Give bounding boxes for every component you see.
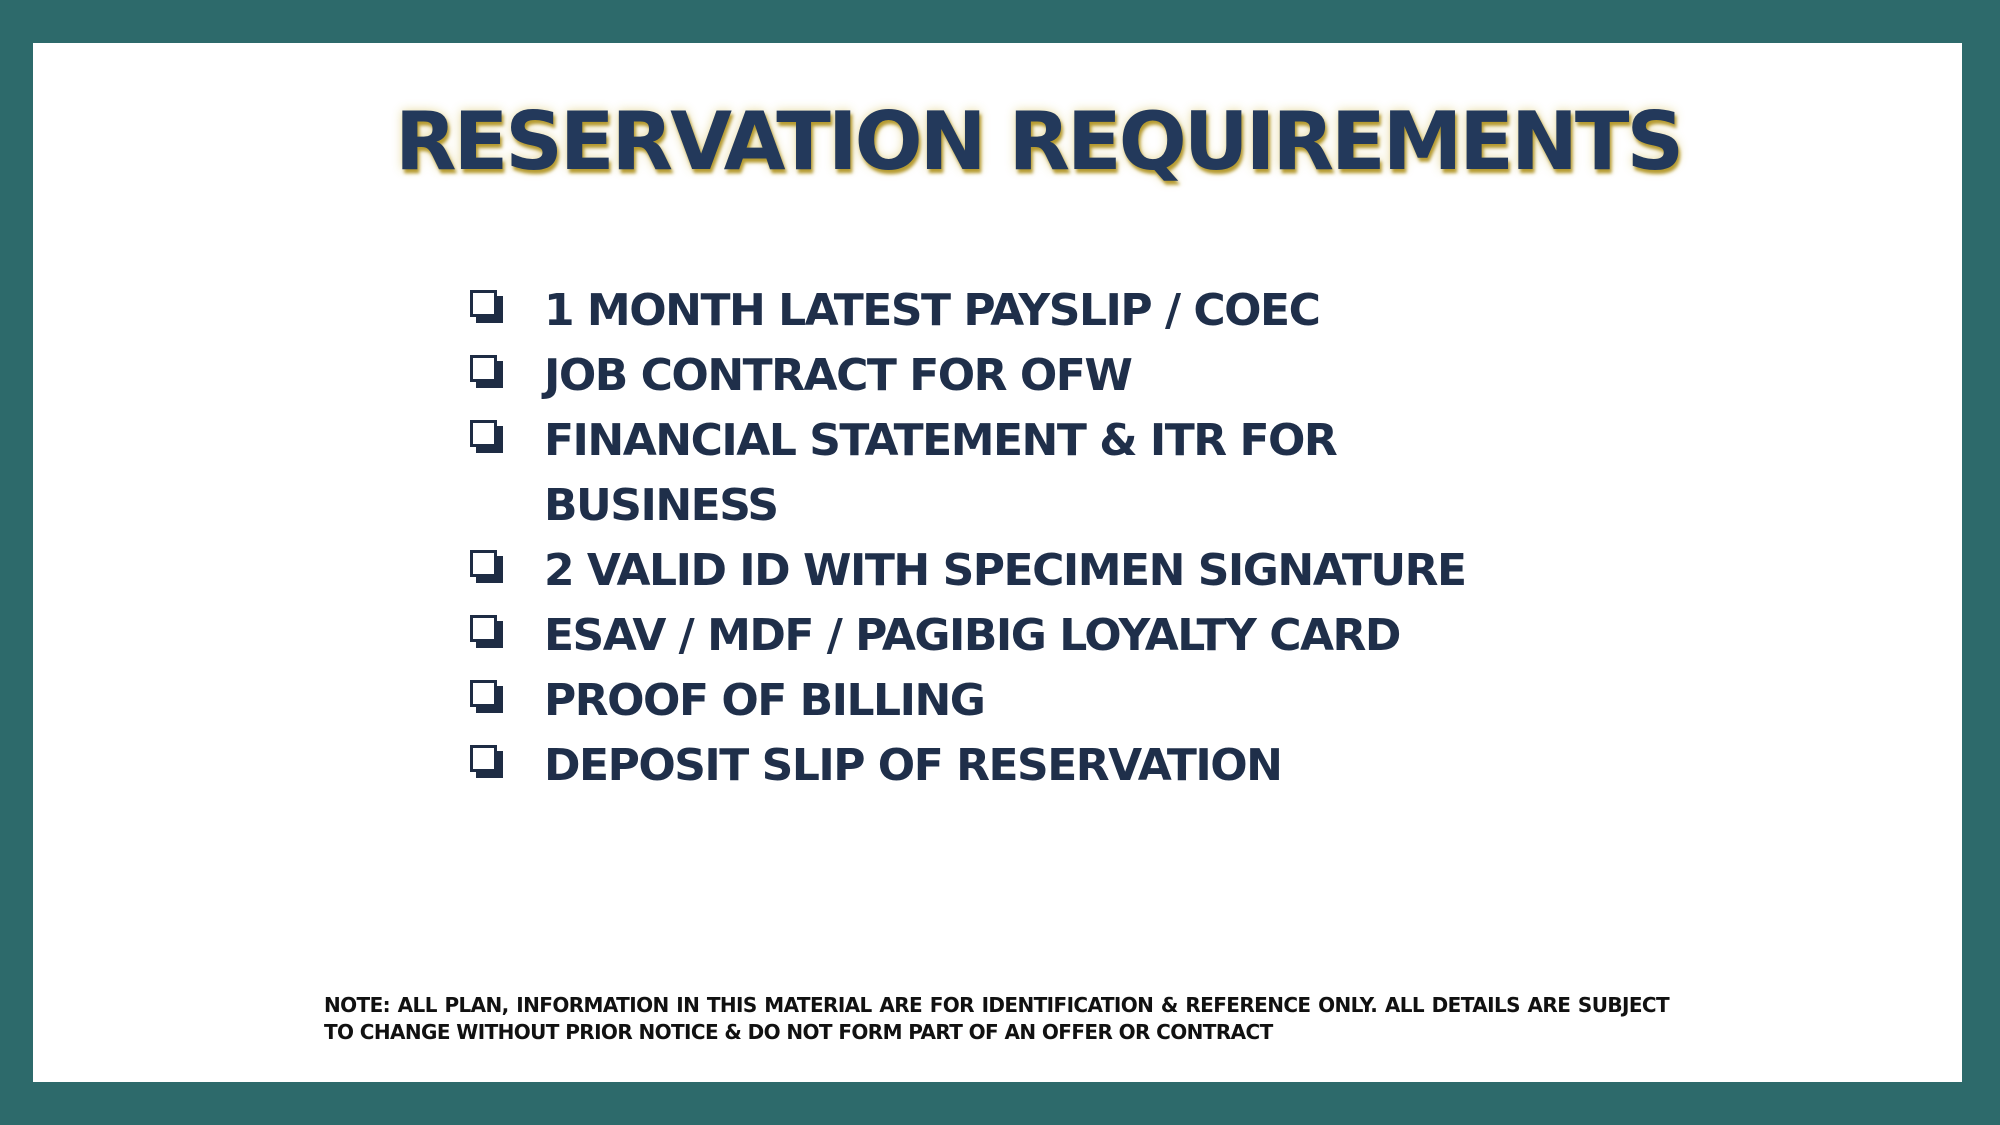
list-item-text: JOB CONTRACT FOR OFW (544, 350, 1133, 401)
disclaimer-note: NOTE: ALL PLAN, INFORMATION IN THIS MATE… (324, 993, 1670, 1044)
list-item-text-line: FINANCIAL STATEMENT & ITR FOR (544, 415, 1338, 466)
requirements-list: 1 MONTH LATEST PAYSLIP / COEC JOB CONTRA… (470, 278, 1570, 798)
checkbox-icon (470, 680, 503, 713)
slide-title: RESERVATION REQUIREMENTS (395, 95, 1684, 188)
checkbox-icon (470, 615, 503, 648)
checkbox-icon (470, 745, 503, 778)
checkbox-icon (470, 355, 503, 388)
list-item-text-line: BUSINESS (544, 480, 779, 531)
frame-top-border (0, 0, 2000, 43)
frame-right-border (1962, 0, 2000, 1125)
list-item: DEPOSIT SLIP OF RESERVATION (470, 733, 1570, 798)
checkbox-icon (470, 420, 503, 453)
list-item: 1 MONTH LATEST PAYSLIP / COEC (470, 278, 1570, 343)
list-item-text: 1 MONTH LATEST PAYSLIP / COEC (544, 285, 1321, 336)
frame-left-border (0, 0, 33, 1125)
checkbox-icon (470, 290, 503, 323)
list-item-text: DEPOSIT SLIP OF RESERVATION (544, 740, 1283, 791)
list-item-text-block: FINANCIAL STATEMENT & ITR FOR BUSINESS (544, 408, 1338, 538)
list-item: 2 VALID ID WITH SPECIMEN SIGNATURE (470, 538, 1570, 603)
list-item: JOB CONTRACT FOR OFW (470, 343, 1570, 408)
list-item-text: 2 VALID ID WITH SPECIMEN SIGNATURE (544, 545, 1467, 596)
list-item: FINANCIAL STATEMENT & ITR FOR BUSINESS (470, 408, 1570, 538)
checkbox-icon (470, 550, 503, 583)
frame-bottom-border (0, 1082, 2000, 1125)
list-item: ESAV / MDF / PAGIBIG LOYALTY CARD (470, 603, 1570, 668)
list-item: PROOF OF BILLING (470, 668, 1570, 733)
list-item-text: PROOF OF BILLING (544, 675, 986, 726)
list-item-text: ESAV / MDF / PAGIBIG LOYALTY CARD (544, 610, 1401, 661)
